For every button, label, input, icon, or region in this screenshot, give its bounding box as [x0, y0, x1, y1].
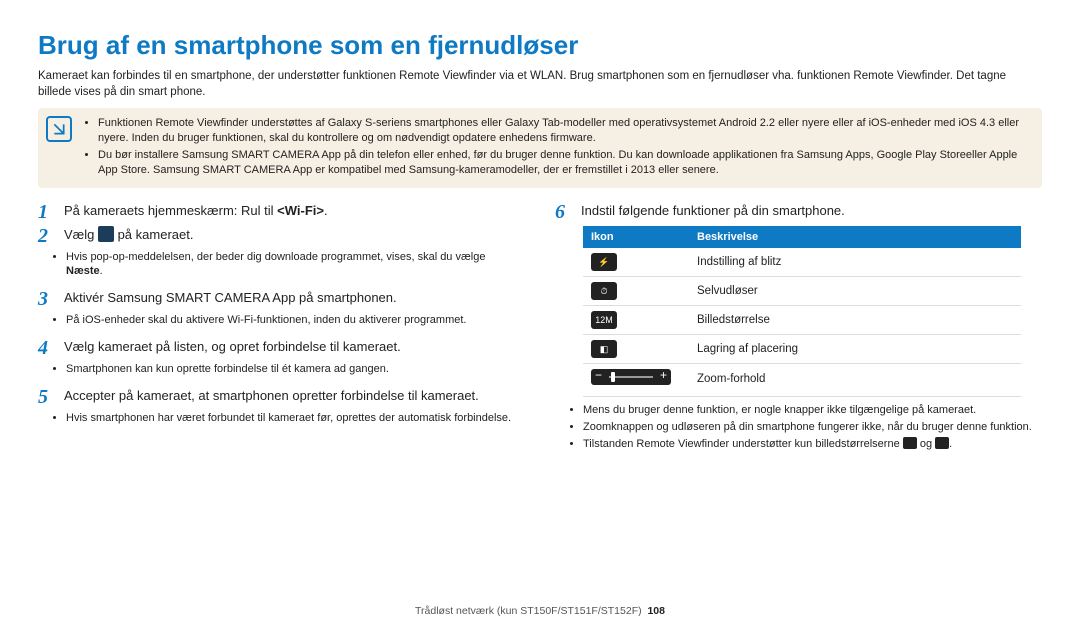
post-notes: Mens du bruger denne funktion, er nogle …	[555, 403, 1042, 452]
note-list: Funktionen Remote Viewfinder understøtte…	[82, 116, 1032, 179]
page-title: Brug af en smartphone som en fjernudløse…	[38, 28, 1042, 63]
table-cell-desc: Billedstørrelse	[689, 306, 1021, 335]
timer-icon: ⏱	[591, 282, 617, 300]
step-6: 6 Indstil følgende funktioner på din sma…	[555, 202, 1042, 222]
step-1: 1 På kameraets hjemmeskærm: Rul til <Wi-…	[38, 202, 525, 222]
step-number: 6	[555, 202, 573, 222]
step-number: 3	[38, 289, 56, 309]
table-row: ⏱ Selvudløser	[583, 277, 1021, 306]
flash-icon: ⚡	[591, 253, 617, 271]
table-cell-desc: Indstilling af blitz	[689, 248, 1021, 277]
table-row: ◧ Lagring af placering	[583, 335, 1021, 364]
step-text: Indstil følgende funktioner på din smart…	[581, 202, 1042, 222]
step-number: 2	[38, 226, 56, 246]
table-row: ⚡ Indstilling af blitz	[583, 248, 1021, 277]
table-cell-desc: Selvudløser	[689, 277, 1021, 306]
step-number: 5	[38, 387, 56, 407]
step-4-sub: Smartphonen kan kun oprette forbindelse …	[52, 362, 525, 377]
intro-text: Kameraet kan forbindes til en smartphone…	[38, 69, 1042, 100]
step-2: 2 Vælg på kameraet.	[38, 226, 525, 246]
sub-bullet: Hvis smartphonen har været forbundet til…	[66, 411, 525, 426]
step-text: Aktivér Samsung SMART CAMERA App på smar…	[64, 289, 525, 309]
zoom-bar-icon	[591, 369, 671, 385]
table-cell-desc: Zoom-forhold	[689, 364, 1021, 397]
step-text: Vælg på kameraet.	[64, 226, 525, 246]
step-4: 4 Vælg kameraet på listen, og opret forb…	[38, 338, 525, 358]
step-3: 3 Aktivér Samsung SMART CAMERA App på sm…	[38, 289, 525, 309]
table-cell-desc: Lagring af placering	[689, 335, 1021, 364]
note-icon	[46, 116, 72, 142]
post-note-item: Mens du bruger denne funktion, er nogle …	[583, 403, 1042, 418]
sub-bullet: Hvis pop-op-meddelelsen, der beder dig d…	[66, 250, 525, 280]
right-column: 6 Indstil følgende funktioner på din sma…	[555, 202, 1042, 462]
step-number: 1	[38, 202, 56, 222]
step-5-sub: Hvis smartphonen har været forbundet til…	[52, 411, 525, 426]
step-number: 4	[38, 338, 56, 358]
size-icon-small-1	[903, 437, 917, 449]
post-note-item: Tilstanden Remote Viewfinder understøtte…	[583, 437, 1042, 452]
remote-viewfinder-icon	[98, 226, 114, 242]
footer-page-number: 108	[647, 605, 665, 617]
sub-bullet: Smartphonen kan kun oprette forbindelse …	[66, 362, 525, 377]
step-3-sub: På iOS-enheder skal du aktivere Wi-Fi-fu…	[52, 313, 525, 328]
step-5: 5 Accepter på kameraet, at smartphonen o…	[38, 387, 525, 407]
table-header-desc: Beskrivelse	[689, 226, 1021, 249]
note-item: Funktionen Remote Viewfinder understøtte…	[98, 116, 1032, 146]
note-item: Du bør installere Samsung SMART CAMERA A…	[98, 148, 1032, 178]
size-icon-small-2	[935, 437, 949, 449]
step-text: På kameraets hjemmeskærm: Rul til <Wi-Fi…	[64, 202, 525, 222]
post-note-item: Zoomknappen og udløseren på din smartpho…	[583, 420, 1042, 435]
location-icon: ◧	[591, 340, 617, 358]
size-icon: 12M	[591, 311, 617, 329]
left-column: 1 På kameraets hjemmeskærm: Rul til <Wi-…	[38, 202, 525, 462]
note-box: Funktionen Remote Viewfinder understøtte…	[38, 108, 1042, 187]
sub-bullet: På iOS-enheder skal du aktivere Wi-Fi-fu…	[66, 313, 525, 328]
settings-table: Ikon Beskrivelse ⚡ Indstilling af blitz …	[583, 226, 1021, 397]
table-row: 12M Billedstørrelse	[583, 306, 1021, 335]
footer-section: Trådløst netværk (kun ST150F/ST151F/ST15…	[415, 605, 642, 617]
table-header-icon: Ikon	[583, 226, 689, 249]
step-text: Accepter på kameraet, at smartphonen opr…	[64, 387, 525, 407]
page-footer: Trådløst netværk (kun ST150F/ST151F/ST15…	[0, 604, 1080, 618]
step-2-sub: Hvis pop-op-meddelelsen, der beder dig d…	[52, 250, 525, 280]
step-text: Vælg kameraet på listen, og opret forbin…	[64, 338, 525, 358]
table-row: Zoom-forhold	[583, 364, 1021, 397]
